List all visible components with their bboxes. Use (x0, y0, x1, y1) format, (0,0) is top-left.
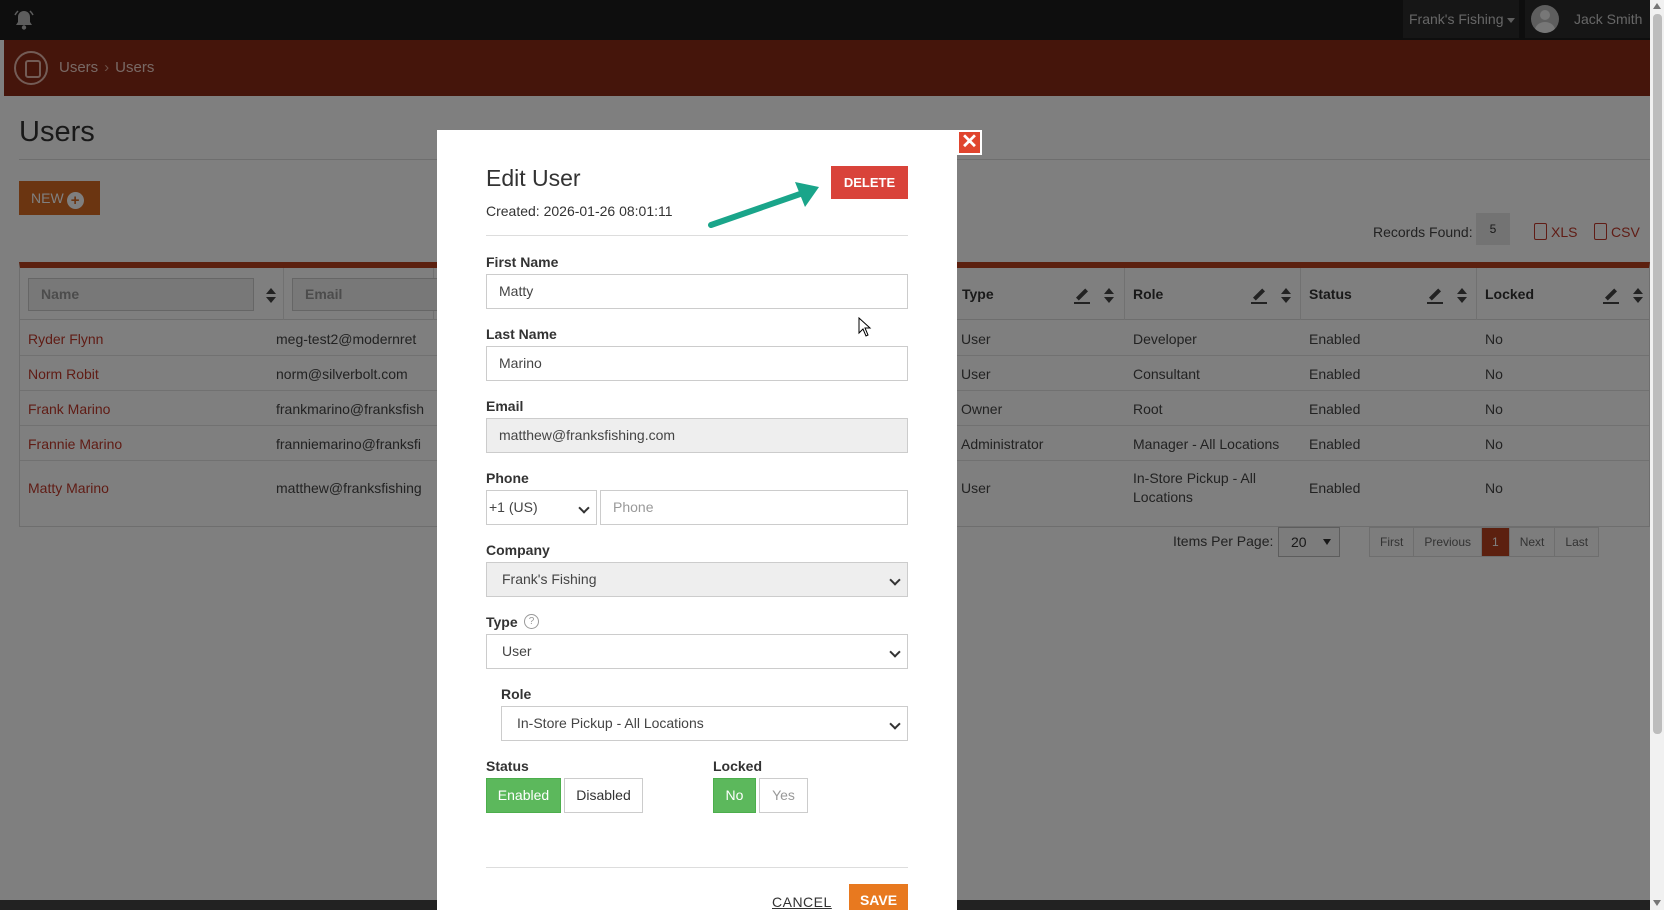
email-field: matthew@franksfishing.com (486, 418, 908, 453)
mouse-cursor-icon (858, 317, 872, 337)
locked-yes-toggle[interactable]: Yes (759, 778, 808, 813)
save-button[interactable]: SAVE (849, 884, 908, 910)
divider (486, 867, 908, 868)
divider (486, 235, 908, 236)
help-icon[interactable]: ? (524, 614, 539, 629)
role-value: In-Store Pickup - All Locations (517, 715, 704, 731)
phone-label: Phone (486, 470, 529, 486)
chevron-down-icon (889, 574, 901, 586)
locked-label: Locked (713, 758, 763, 774)
phone-input[interactable]: Phone (600, 490, 908, 525)
last-name-input[interactable]: Marino (486, 346, 908, 381)
close-icon[interactable]: ✕ (957, 130, 982, 155)
scrollbar-thumb[interactable] (1653, 14, 1662, 734)
status-disabled-toggle[interactable]: Disabled (564, 778, 643, 813)
dialog-title: Edit User (486, 165, 581, 191)
cancel-button[interactable]: CANCEL (772, 894, 832, 910)
chevron-down-icon (578, 502, 590, 514)
role-label: Role (501, 686, 532, 702)
first-name-input[interactable]: Matty (486, 274, 908, 309)
phone-country-select[interactable]: +1 (US) (486, 490, 597, 525)
scroll-up-icon[interactable] (1653, 3, 1661, 9)
type-value: User (502, 643, 532, 659)
locked-no-toggle[interactable]: No (713, 778, 756, 813)
last-name-label: Last Name (486, 326, 557, 342)
phone-country-value: +1 (US) (489, 499, 538, 515)
created-timestamp: Created: 2026-01-26 08:01:11 (486, 203, 673, 219)
status-label: Status (486, 758, 529, 774)
company-value: Frank's Fishing (502, 571, 597, 587)
type-select[interactable]: User (486, 634, 908, 669)
company-select[interactable]: Frank's Fishing (486, 562, 908, 597)
type-label: Type (486, 614, 518, 630)
chevron-down-icon (889, 718, 901, 730)
scroll-down-icon[interactable] (1653, 900, 1661, 906)
annotation-arrow-icon (708, 182, 819, 228)
edit-user-dialog: Edit User Created: 2026-01-26 08:01:11 D… (437, 130, 957, 910)
chevron-down-icon (889, 646, 901, 658)
status-enabled-toggle[interactable]: Enabled (486, 778, 561, 813)
company-label: Company (486, 542, 550, 558)
first-name-label: First Name (486, 254, 559, 270)
role-select[interactable]: In-Store Pickup - All Locations (501, 706, 908, 741)
email-label: Email (486, 398, 524, 414)
delete-button[interactable]: DELETE (831, 166, 908, 199)
